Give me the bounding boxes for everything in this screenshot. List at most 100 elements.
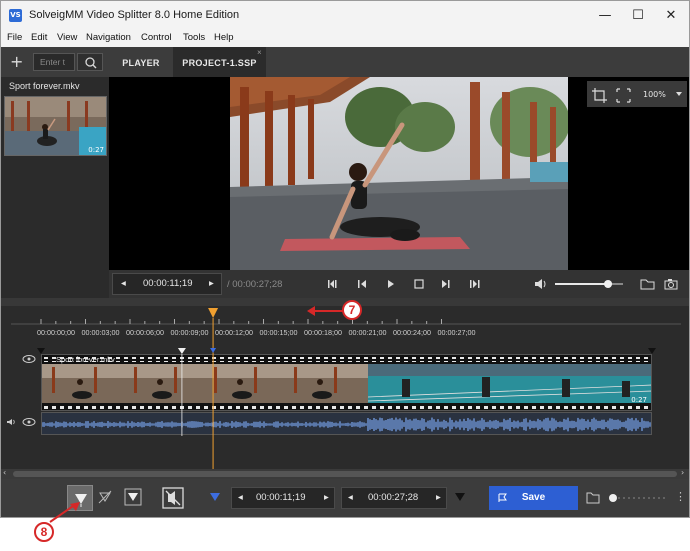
minimize-button[interactable]: — <box>590 6 620 26</box>
current-time[interactable]: 00:00:11;19 <box>143 274 192 294</box>
marker-in-prev-icon[interactable]: ◂ <box>238 488 243 508</box>
audio-speaker-icon[interactable] <box>7 419 15 425</box>
search-input[interactable]: Enter t <box>33 53 75 71</box>
annotation-7: 7 <box>342 300 362 320</box>
stop-icon[interactable] <box>414 279 424 289</box>
marker-select-icon[interactable] <box>123 487 143 507</box>
add-file-button[interactable]: + <box>10 52 23 71</box>
prev-frame-icon[interactable]: ◂ <box>121 274 126 294</box>
ruler-label: 00:00:03;00 <box>81 328 120 337</box>
zoom-slider-knob[interactable] <box>609 494 617 502</box>
track-name: Sport forever.mkv <box>56 355 115 364</box>
scroll-left-icon[interactable]: ‹ <box>3 468 6 477</box>
marker-remove-icon[interactable] <box>97 489 113 507</box>
go-to-end-icon[interactable] <box>470 280 480 288</box>
view-toolbar: 100% <box>587 81 687 107</box>
annotation-8: 8 <box>34 522 54 542</box>
marker-out-time-box[interactable]: ◂ 00:00:27;28 ▸ <box>341 487 447 509</box>
fullscreen-icon[interactable] <box>616 88 631 103</box>
menu-file[interactable]: File <box>7 32 22 43</box>
video-frame-image <box>230 77 568 270</box>
tab-close-icon[interactable]: × <box>257 37 262 69</box>
exclude-segment-icon[interactable] <box>161 486 185 510</box>
menu-view[interactable]: View <box>57 32 77 43</box>
app-icon: VS <box>9 9 22 22</box>
video-frame <box>230 77 568 270</box>
scrollbar-thumb[interactable] <box>13 471 677 477</box>
video-track-filmstrip <box>42 355 651 410</box>
window-title: SolveigMM Video Splitter 8.0 Home Editio… <box>29 9 240 21</box>
close-button[interactable]: ✕ <box>656 6 686 26</box>
crop-icon[interactable] <box>592 88 607 103</box>
track-duration: 0:27 <box>631 396 647 404</box>
total-duration: / 00:00:27;28 <box>227 279 283 290</box>
library-panel: Sport forever.mkv 0:27 <box>1 77 109 297</box>
timeline-scrollbar[interactable]: ‹ › <box>1 468 689 479</box>
snapshot-icon[interactable] <box>664 279 678 290</box>
marker-in-time-box[interactable]: ◂ 00:00:11;19 ▸ <box>231 487 335 509</box>
step-forward-icon[interactable] <box>442 280 450 288</box>
marker-out-next-icon[interactable]: ▸ <box>436 488 441 508</box>
volume-knob[interactable] <box>604 280 613 288</box>
search-icon <box>85 57 97 69</box>
ruler-label: 00:00:12;00 <box>215 328 253 337</box>
marker-out-time[interactable]: 00:00:27;28 <box>368 488 418 508</box>
audio-track[interactable] <box>41 412 652 435</box>
more-options-icon[interactable]: ⋮ <box>675 490 686 503</box>
menu-navigation[interactable]: Navigation <box>86 32 131 43</box>
save-button[interactable]: Save <box>489 486 578 510</box>
maximize-button[interactable]: ☐ <box>623 6 653 26</box>
library-file-name: Sport forever.mkv <box>9 81 80 91</box>
save-flag-icon <box>498 493 507 502</box>
library-thumbnail[interactable]: 0:27 <box>4 96 107 156</box>
menu-tools[interactable]: Tools <box>183 32 205 43</box>
audio-visibility-icon[interactable] <box>22 418 36 426</box>
play-icon[interactable] <box>388 280 394 288</box>
video-track[interactable]: Sport forever.mkv 0:27 <box>41 354 652 411</box>
marker-in-next-icon[interactable]: ▸ <box>324 488 329 508</box>
app-window: VS SolveigMM Video Splitter 8.0 Home Edi… <box>0 0 690 518</box>
marker-in-icon[interactable] <box>208 491 222 503</box>
ruler-label: 00:00:24;00 <box>393 328 431 337</box>
step-back-icon[interactable] <box>358 280 366 288</box>
volume-slider[interactable] <box>555 280 623 288</box>
search-button[interactable] <box>77 53 103 71</box>
menu-control[interactable]: Control <box>141 32 172 43</box>
player-transport-bar: ◂ 00:00:11;19 ▸ / 00:00:27;28 <box>109 270 689 298</box>
marker-out-prev-icon[interactable]: ◂ <box>348 488 353 508</box>
ruler-label: 00:00:09;00 <box>170 328 209 337</box>
video-visibility-icon[interactable] <box>21 354 37 364</box>
scroll-right-icon[interactable]: › <box>681 468 684 477</box>
thumbnail-duration: 0:27 <box>88 146 104 154</box>
go-to-start-icon[interactable] <box>328 280 337 288</box>
tab-player[interactable]: PLAYER <box>111 47 171 77</box>
tab-project-label: PROJECT-1.SSP <box>182 58 257 68</box>
running-frames <box>367 364 651 403</box>
ruler-label: 00:00:18;00 <box>304 328 342 337</box>
menu-help[interactable]: Help <box>214 32 234 43</box>
current-time-box[interactable]: ◂ 00:00:11;19 ▸ <box>112 273 222 295</box>
ruler-label: 00:00:00;00 <box>37 328 75 337</box>
tab-bar: + Enter t PLAYER PROJECT-1.SSP × <box>1 47 689 77</box>
marker-in-time[interactable]: 00:00:11;19 <box>256 488 305 508</box>
menu-bar: File Edit View Navigation Control Tools … <box>1 30 689 47</box>
menu-edit[interactable]: Edit <box>31 32 47 43</box>
yoga-frames <box>42 364 368 403</box>
marker-out-icon[interactable] <box>453 491 467 503</box>
tab-project[interactable]: PROJECT-1.SSP × <box>173 47 266 77</box>
ruler-label: 00:00:21;00 <box>348 328 387 337</box>
title-bar: VS SolveigMM Video Splitter 8.0 Home Edi… <box>1 1 689 30</box>
timeline-zoom-slider[interactable] <box>607 491 667 505</box>
zoom-dropdown-icon[interactable] <box>676 92 682 96</box>
ruler-label: 00:00:27;00 <box>437 328 476 337</box>
output-folder-icon[interactable] <box>585 491 601 505</box>
next-frame-icon[interactable]: ▸ <box>209 274 214 294</box>
audio-waveform <box>42 417 651 432</box>
timeline-panel[interactable]: 00:00:00;00 00:00:03;00 00:00:06;00 00:00:0… <box>1 306 689 469</box>
zoom-level[interactable]: 100% <box>643 90 666 99</box>
volume-icon[interactable] <box>535 279 546 289</box>
ruler-label: 00:00:15;00 <box>259 328 298 337</box>
open-folder-icon[interactable] <box>640 279 655 290</box>
video-preview[interactable]: 100% <box>109 77 689 270</box>
save-label: Save <box>521 492 546 503</box>
